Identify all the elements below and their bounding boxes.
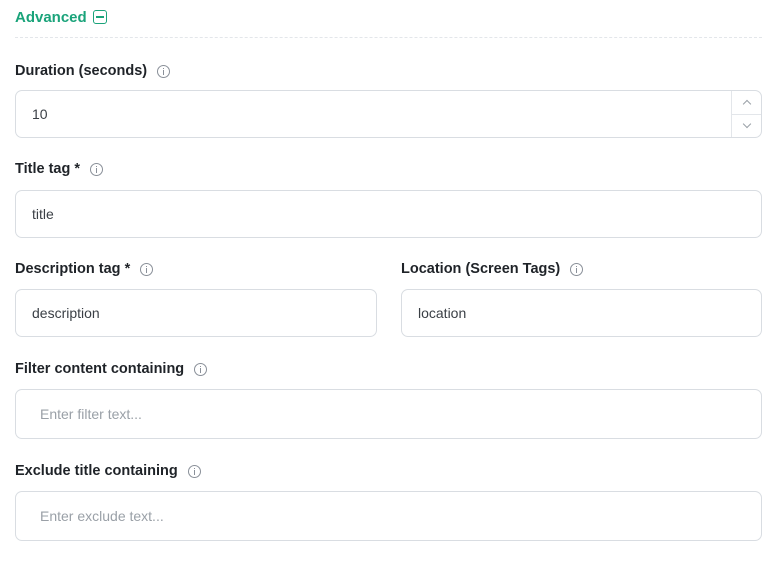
stepper-down-button[interactable] [732, 113, 761, 138]
title-tag-label: Title tag * [15, 159, 103, 179]
exclude-title-field[interactable] [15, 491, 762, 541]
section-divider [15, 37, 762, 38]
chevron-up-icon [742, 99, 751, 108]
location-label-text: Location (Screen Tags) [401, 261, 561, 277]
title-tag-label-text: Title tag * [15, 161, 80, 177]
description-tag-input[interactable] [16, 305, 376, 321]
filter-content-input[interactable] [16, 406, 761, 422]
exclude-title-label-text: Exclude title containing [15, 463, 178, 479]
info-icon[interactable] [570, 262, 584, 276]
title-tag-input[interactable] [16, 206, 761, 222]
duration-field[interactable] [15, 90, 762, 138]
info-icon[interactable] [90, 162, 103, 176]
info-icon[interactable] [194, 362, 208, 376]
info-icon[interactable] [140, 262, 154, 276]
stepper-up-button[interactable] [732, 91, 761, 114]
location-input[interactable] [402, 305, 761, 321]
duration-stepper[interactable] [731, 91, 761, 137]
info-icon[interactable] [187, 464, 201, 478]
exclude-title-input[interactable] [16, 508, 761, 524]
minus-square-icon[interactable] [92, 10, 107, 24]
duration-label: Duration (seconds) [15, 61, 171, 81]
info-icon[interactable] [157, 64, 171, 78]
exclude-title-label: Exclude title containing [15, 461, 201, 481]
title-tag-field[interactable] [15, 190, 762, 238]
filter-content-label: Filter content containing [15, 359, 208, 379]
description-tag-label: Description tag * [15, 259, 154, 279]
advanced-section-title: Advanced [15, 8, 87, 26]
duration-label-text: Duration (seconds) [15, 63, 148, 79]
duration-input[interactable] [16, 106, 761, 122]
description-tag-field[interactable] [15, 289, 377, 337]
chevron-down-icon [742, 120, 751, 129]
advanced-section-header[interactable]: Advanced [15, 7, 107, 27]
location-label: Location (Screen Tags) [401, 259, 584, 279]
filter-content-field[interactable] [15, 389, 762, 439]
description-tag-label-text: Description tag * [15, 261, 131, 277]
filter-content-label-text: Filter content containing [15, 361, 185, 377]
location-field[interactable] [401, 289, 762, 337]
